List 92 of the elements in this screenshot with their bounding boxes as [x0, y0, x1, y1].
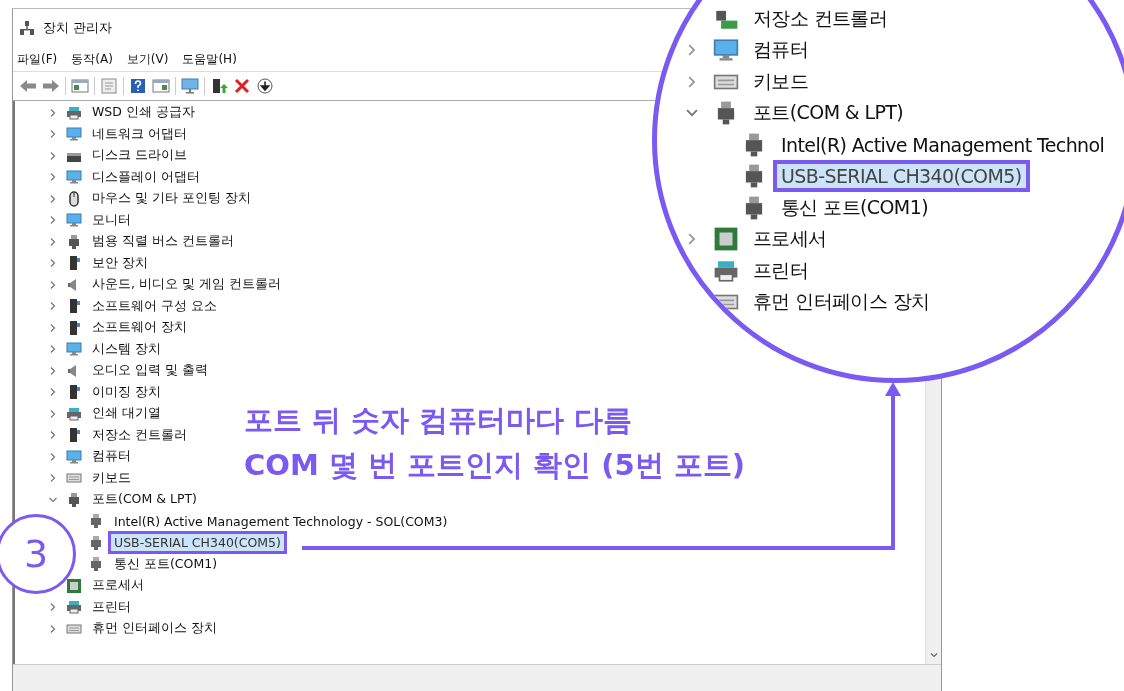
tree-item[interactable]: 소프트웨어 구성 요소: [89, 296, 220, 316]
monitor-icon: [66, 169, 82, 186]
tree-item[interactable]: 시스템 장치: [89, 339, 164, 359]
tree-item: 포트(COM & LPT): [752, 100, 905, 126]
chevron-right-icon[interactable]: [48, 387, 58, 398]
printer-icon: [66, 405, 82, 422]
tree-item: 저장소 컨트롤러: [752, 5, 889, 31]
back-arrow-icon[interactable]: [19, 78, 37, 94]
tree-item[interactable]: 프로세서: [89, 576, 147, 596]
tree-item[interactable]: 휴먼 인터페이스 장치: [89, 619, 220, 639]
tree-item[interactable]: Intel(R) Active Management Technology - SOL(COM3): [111, 512, 451, 530]
menu-item[interactable]: 보기(V): [126, 50, 169, 68]
download-icon[interactable]: [256, 78, 274, 94]
scroll-down-icon[interactable]: [928, 650, 939, 660]
tree-item[interactable]: 컴퓨터: [89, 447, 134, 467]
tree-item[interactable]: 포트(COM & LPT): [89, 490, 200, 510]
menu-item[interactable]: 파일(F): [17, 50, 58, 68]
tree-item[interactable]: 소프트웨어 장치: [89, 318, 190, 338]
tree-item[interactable]: 디스크 드라이브: [89, 146, 190, 166]
delete-icon[interactable]: [233, 78, 251, 94]
chevron-right-icon[interactable]: [48, 150, 58, 161]
menu-item[interactable]: 도움말(H): [182, 50, 237, 68]
tree-item: 키보드: [752, 68, 810, 94]
chevron-right-icon[interactable]: [48, 258, 58, 269]
chevron-right-icon[interactable]: [48, 236, 58, 247]
chevron-right-icon[interactable]: [48, 344, 58, 355]
tree-item[interactable]: 네트워크 어댑터: [89, 124, 190, 144]
menu-item[interactable]: 동작(A): [71, 50, 113, 68]
chevron-right-icon[interactable]: [48, 279, 58, 290]
tree-item[interactable]: 키보드: [89, 468, 134, 488]
printer-icon: [66, 104, 82, 121]
tree-item[interactable]: 오디오 입력 및 출력: [89, 361, 211, 381]
mouse-icon: [66, 190, 82, 207]
chevron-right-icon[interactable]: [48, 172, 58, 183]
tree-item[interactable]: 인쇄 대기열: [89, 404, 164, 424]
chevron-right-icon[interactable]: [48, 430, 58, 441]
forward-arrow-icon[interactable]: [42, 78, 60, 94]
scrollbar[interactable]: [925, 379, 941, 664]
tree-item: 프린터: [752, 257, 810, 283]
network-icon: [19, 20, 35, 36]
monitor-icon: [66, 212, 82, 229]
annotation-text: COM 몇 번 포트인지 확인 (5번 포트): [244, 447, 746, 484]
tree-item[interactable]: 보안 장치: [89, 253, 151, 273]
panel-icon[interactable]: [71, 78, 89, 94]
plug-icon: [88, 534, 104, 551]
tree-item[interactable]: WSD 인쇄 공급자: [89, 103, 198, 123]
help-icon[interactable]: [129, 78, 147, 94]
chevron-right-icon[interactable]: [48, 473, 58, 484]
tree-item[interactable]: 사운드, 비디오 및 게임 컨트롤러: [89, 275, 284, 295]
tree-item[interactable]: 저장소 컨트롤러: [89, 425, 190, 445]
tree-item: Intel(R) Active Management Technol: [780, 132, 1106, 157]
chevron-right-icon[interactable]: [48, 193, 58, 204]
tree-item[interactable]: 디스플레이 어댑터: [89, 167, 203, 187]
monitor-icon: [713, 37, 739, 64]
tree-item: 컴퓨터: [752, 37, 810, 63]
tree-item[interactable]: 모니터: [89, 210, 134, 230]
tree-item[interactable]: 프린터: [89, 597, 134, 617]
chevron-right-icon[interactable]: [48, 623, 58, 634]
window-title: 장치 관리자: [43, 19, 113, 37]
tree-item[interactable]: 통신 포트(COM1): [111, 554, 221, 574]
chevron-right-icon[interactable]: [48, 301, 58, 312]
chevron-right-icon[interactable]: [48, 322, 58, 333]
plug-icon: [66, 491, 82, 508]
plug-icon: [88, 556, 104, 573]
device-icon[interactable]: [210, 78, 228, 94]
printer-icon: [66, 599, 82, 616]
monitor-icon: [66, 448, 82, 465]
page-icon[interactable]: [100, 78, 118, 94]
chip-icon: [713, 226, 739, 253]
chevron-right-icon[interactable]: [48, 129, 58, 140]
tree-item: 통신 포트(COM1): [780, 194, 929, 220]
tree-item[interactable]: 마우스 및 기타 포인팅 장치: [89, 189, 254, 209]
plug-icon: [88, 513, 104, 530]
monitor-icon: [66, 341, 82, 358]
panel-icon[interactable]: [152, 78, 170, 94]
chevron-right-icon[interactable]: [48, 408, 58, 419]
chevron-right-icon[interactable]: [48, 365, 58, 376]
chevron-right-icon[interactable]: [48, 451, 58, 462]
tree-item: 프로세서: [752, 226, 828, 252]
chevron-right-icon[interactable]: [48, 602, 58, 613]
tree-item[interactable]: USB-SERIAL CH340(COM5): [111, 534, 284, 552]
chevron-right-icon[interactable]: [48, 107, 58, 118]
plug-icon: [66, 233, 82, 250]
tree-item[interactable]: 이미징 장치: [89, 382, 164, 402]
annotation-text: 포트 뒤 숫자 컴퓨터마다 다름: [244, 402, 634, 439]
chip-icon: [66, 577, 82, 594]
monitor-icon[interactable]: [181, 78, 199, 94]
step-badge: 3: [0, 514, 76, 594]
tree-item: 휴먼 인터페이스 장치: [752, 289, 931, 315]
monitor-icon: [66, 126, 82, 143]
chevron-right-icon[interactable]: [48, 215, 58, 226]
tree-item[interactable]: 범용 직렬 버스 컨트롤러: [89, 232, 237, 252]
